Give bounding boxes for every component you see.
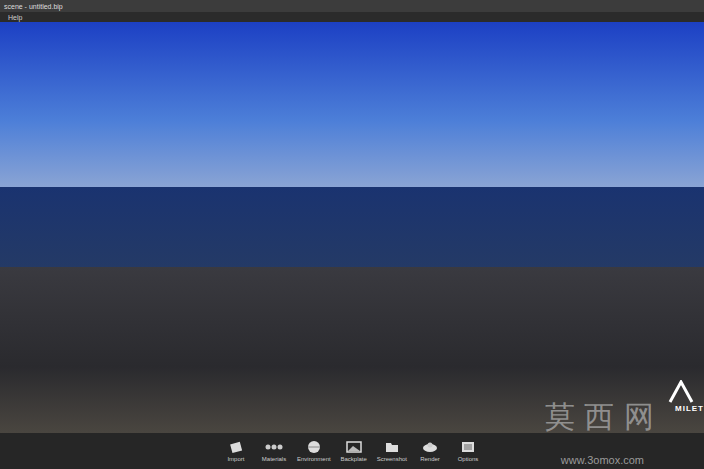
- render-image: [0, 22, 704, 433]
- screenshot-icon: [383, 440, 401, 454]
- toolbar-label: Options: [458, 456, 479, 462]
- toolbar-label: Render: [420, 456, 440, 462]
- toolbar-button[interactable]: Materials: [259, 440, 289, 462]
- logo-text: MILET: [675, 404, 704, 413]
- watermark-title: 莫 西 网: [545, 400, 654, 433]
- window-title: scene - untitled.bip: [4, 3, 63, 10]
- logo: MILET: [668, 380, 704, 413]
- materials-icon: [265, 440, 283, 454]
- menu-item[interactable]: Help: [8, 14, 22, 21]
- options-icon: [459, 440, 477, 454]
- import-icon: [227, 440, 245, 454]
- toolbar-button[interactable]: Environment: [297, 440, 331, 462]
- toolbar-button[interactable]: Options: [453, 440, 483, 462]
- backplate-icon: [345, 440, 363, 454]
- watermark-url: www.3omox.com: [561, 454, 644, 466]
- toolbar-label: Environment: [297, 456, 331, 462]
- toolbar-button[interactable]: Backplate: [339, 440, 369, 462]
- toolbar-label: Materials: [262, 456, 286, 462]
- toolbar-label: Import: [227, 456, 244, 462]
- app-window: scene - untitled.bip Help MILET 莫 西 网 Im…: [0, 0, 704, 469]
- render-icon: [421, 440, 439, 454]
- render-viewport[interactable]: MILET 莫 西 网: [0, 22, 704, 433]
- logo-icon: [668, 380, 694, 404]
- menu-bar: Help: [0, 12, 704, 22]
- toolbar-label: Screenshot: [377, 456, 407, 462]
- toolbar-label: Backplate: [340, 456, 366, 462]
- toolbar: Import Materials Environment Backplate S…: [0, 433, 704, 469]
- environment-icon: [305, 440, 323, 454]
- toolbar-button[interactable]: Render: [415, 440, 445, 462]
- title-bar: scene - untitled.bip: [0, 0, 704, 12]
- toolbar-button[interactable]: Import: [221, 440, 251, 462]
- toolbar-button[interactable]: Screenshot: [377, 440, 407, 462]
